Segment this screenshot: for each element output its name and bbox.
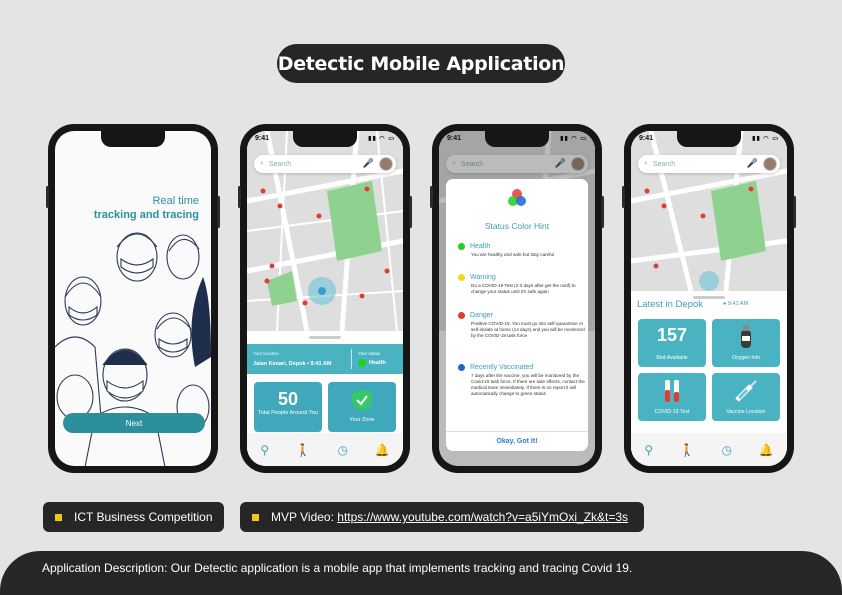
vaccinated-dot: [458, 364, 465, 371]
intro-tagline-1: Real time: [152, 195, 199, 207]
status-time: 9:41: [447, 135, 462, 142]
phone-latest: 9:41 ▮▮ ◠ ▭ ⌕ Search 🎤 Latest in Depok ● …: [622, 124, 796, 473]
avatar[interactable]: [379, 157, 393, 171]
ok-got-it-button[interactable]: Okay, Got It!: [446, 431, 588, 451]
bed-available-tile[interactable]: 157 Bed Available: [638, 319, 706, 367]
modal-title: Status Color Hint: [484, 221, 550, 231]
competition-badge: ICT Business Competition: [43, 502, 224, 532]
test-tube-icon: [665, 380, 679, 402]
tab-bar: ⚲ 🚶 ◷ 🔔: [631, 433, 787, 466]
location-pin-icon[interactable]: ⚲: [644, 443, 653, 457]
hint-screen: 9:41 ▮▮ ◠ ▭ ⌕ Search 🎤 Status Color Hint …: [439, 131, 595, 466]
search-bar[interactable]: ⌕ Search 🎤: [638, 155, 780, 173]
bullet-icon: [55, 513, 62, 521]
walking-icon[interactable]: 🚶: [296, 443, 311, 457]
walking-icon[interactable]: 🚶: [680, 443, 695, 457]
location-label: Your location: [253, 351, 279, 356]
search-placeholder: Search: [652, 160, 676, 168]
hint-health: Health You are healthy and safe but stay…: [458, 243, 586, 258]
hint-warning: Warning Do a COVID-19 Test (2-3 days aft…: [458, 274, 586, 295]
next-button[interactable]: Next: [63, 413, 205, 433]
notch: [101, 131, 165, 147]
latest-time: ● 9:41 AM: [723, 301, 749, 307]
status-value: Health: [369, 360, 386, 366]
search-placeholder: Search: [268, 160, 292, 168]
syringe-icon: [735, 380, 757, 402]
signal-icon: ▮▮ ◠ ▭: [560, 136, 587, 142]
intro-screen: Real time tracking and tracing Next: [55, 131, 211, 466]
status-color-hint-modal: Status Color Hint Health You are healthy…: [446, 179, 588, 451]
warning-dot: [458, 274, 465, 281]
covid-test-tile[interactable]: COVID-19 Test: [638, 373, 706, 421]
people-count: 50: [277, 389, 299, 409]
hint-danger: Danger Positive COVID-19. You must go in…: [458, 312, 586, 339]
your-zone-card[interactable]: Your Zone: [328, 382, 396, 432]
oxygen-tank-icon: [741, 325, 751, 348]
danger-dot: [458, 312, 465, 319]
health-dot: [458, 243, 465, 250]
phone-hint: 9:41 ▮▮ ◠ ▭ ⌕ Search 🎤 Status Color Hint …: [430, 124, 604, 473]
latest-title: Latest in Depok: [637, 299, 704, 310]
description-text: Application Description: Our Detectic ap…: [42, 561, 633, 575]
competition-label: ICT Business Competition: [74, 510, 213, 524]
vaccine-location-tile[interactable]: Vaccine Location: [712, 373, 780, 421]
phone-home: 9:41 ▮▮ ◠ ▭ ⌕ Search 🎤 Your location Jal…: [238, 124, 412, 473]
status-time: 9:41: [255, 135, 270, 142]
signal-icon: ▮▮ ◠ ▭: [752, 136, 779, 142]
application-description: Application Description: Our Detectic ap…: [0, 551, 842, 595]
hint-recently-vaccinated: Recently Vaccinated 7 days after the vac…: [458, 364, 586, 397]
phone-intro: Real time tracking and tracing Next: [46, 124, 220, 473]
mvp-video-badge: MVP Video: https://www.youtube.com/watch…: [240, 502, 644, 532]
bed-count: 157: [656, 325, 688, 345]
oxygen-info-tile[interactable]: Oxygen Info: [712, 319, 780, 367]
mic-icon[interactable]: 🎤: [747, 158, 758, 169]
clock-icon[interactable]: ◷: [338, 443, 348, 457]
shield-icon: [352, 389, 372, 411]
status-label: Your status: [358, 351, 381, 356]
zone-label: Your Zone: [349, 417, 375, 423]
people-around-card[interactable]: 50 Total People Around You: [254, 382, 322, 432]
latest-screen: 9:41 ▮▮ ◠ ▭ ⌕ Search 🎤 Latest in Depok ● …: [631, 131, 787, 466]
location-pin-icon[interactable]: ⚲: [260, 443, 269, 457]
signal-icon: ▮▮ ◠ ▭: [368, 136, 395, 142]
location-value: Jalan Kenari, Depok • 9:41 AM: [253, 361, 332, 367]
bell-icon[interactable]: 🔔: [375, 443, 390, 457]
video-prefix: MVP Video:: [271, 510, 338, 524]
search-icon: ⌕: [644, 160, 648, 167]
mic-icon[interactable]: 🎤: [363, 158, 374, 169]
clock-icon[interactable]: ◷: [722, 443, 732, 457]
search-bar[interactable]: ⌕ Search 🎤: [254, 155, 396, 173]
home-screen: 9:41 ▮▮ ◠ ▭ ⌕ Search 🎤 Your location Jal…: [247, 131, 403, 466]
page-title: Detectic Mobile Application: [277, 44, 565, 83]
people-label: Total People Around You: [258, 410, 318, 416]
bullet-icon: [252, 513, 259, 521]
location-bar: Your location Jalan Kenari, Depok • 9:41…: [247, 344, 403, 374]
video-link[interactable]: https://www.youtube.com/watch?v=a5iYmOxi…: [337, 510, 628, 524]
search-icon: ⌕: [260, 160, 264, 167]
avatar[interactable]: [763, 157, 777, 171]
tab-bar: ⚲ 🚶 ◷ 🔔: [247, 433, 403, 466]
status-dot: [358, 359, 366, 367]
app-logo-icon: [508, 189, 526, 206]
bell-icon[interactable]: 🔔: [759, 443, 774, 457]
status-time: 9:41: [639, 135, 654, 142]
sheet-handle[interactable]: [309, 336, 341, 339]
